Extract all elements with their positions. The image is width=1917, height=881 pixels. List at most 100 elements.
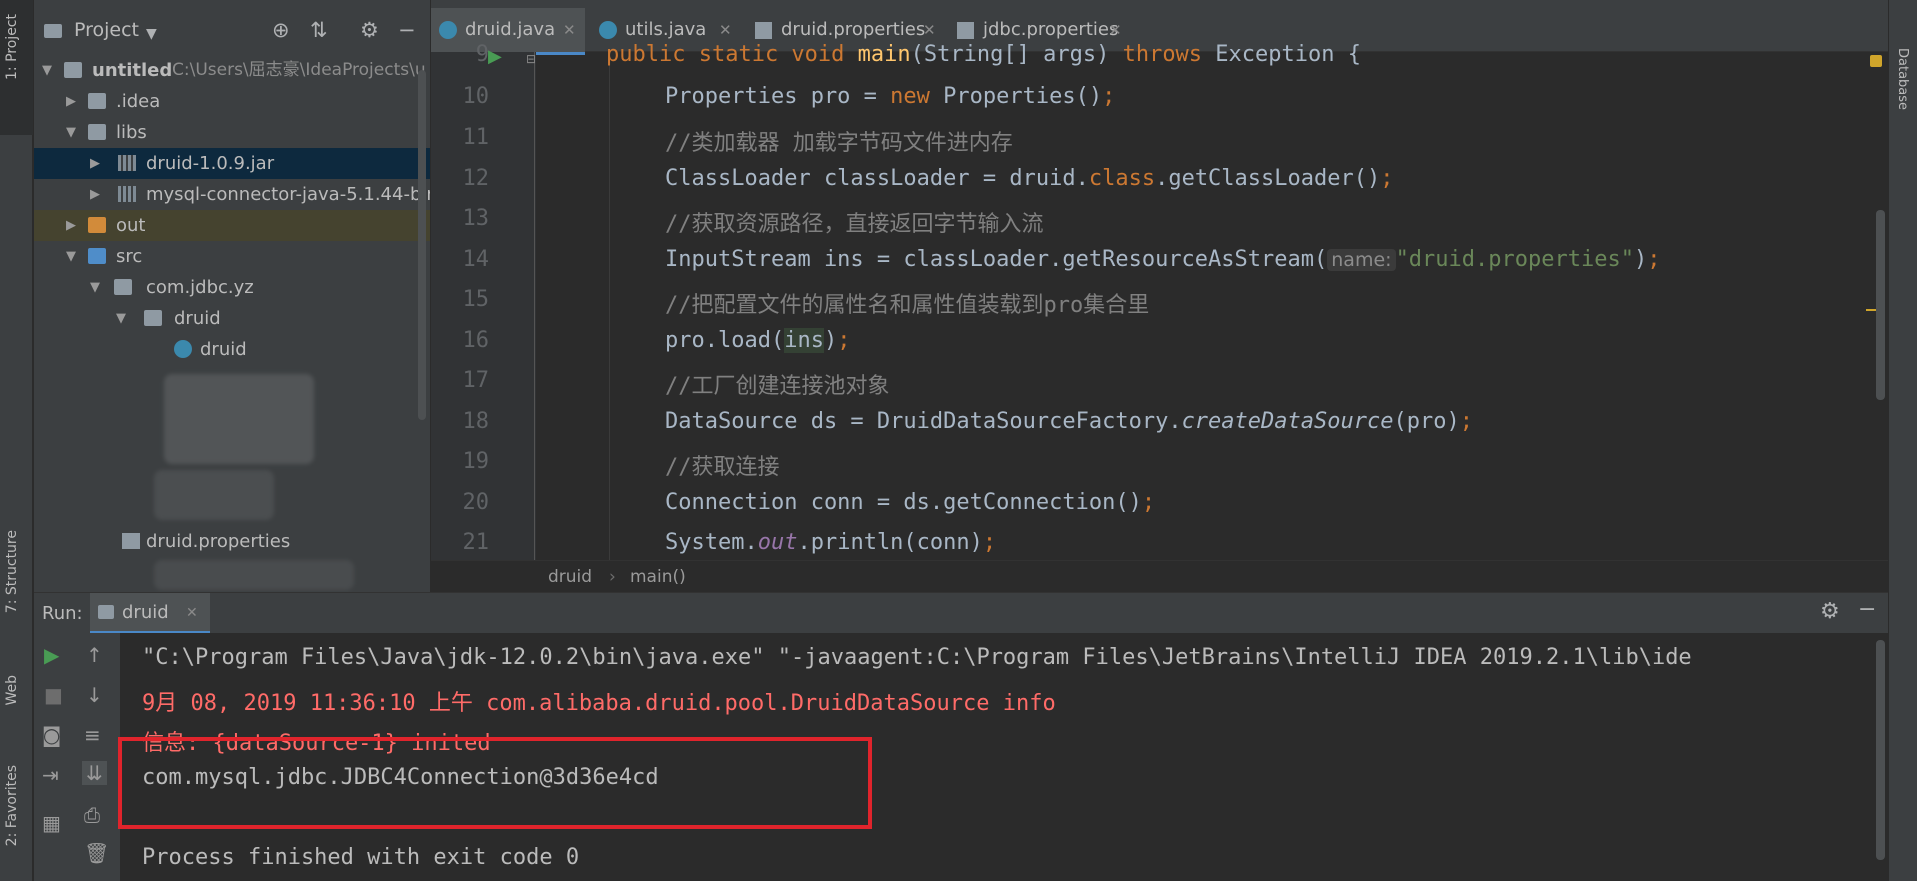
console-line: 9月 08, 2019 11:36:10 上午 com.alibaba.drui… xyxy=(142,691,1056,716)
code-line-12[interactable]: ClassLoader classLoader = druid.class.ge… xyxy=(665,166,1394,191)
folder-icon xyxy=(88,248,106,264)
stop-icon[interactable]: ■ xyxy=(44,683,63,707)
tree-item-label: druid xyxy=(174,308,221,329)
tree-item-label: com.jdbc.yz xyxy=(146,277,254,298)
code-line-21[interactable]: System.out.println(conn); xyxy=(665,530,996,555)
module-folder-icon xyxy=(64,62,82,78)
tree-item-com-jdbc-yz[interactable]: ▼ com.jdbc.yz xyxy=(34,272,430,303)
editor-scrollbar[interactable] xyxy=(1876,210,1885,400)
line-number: 16 xyxy=(462,328,490,353)
code-line-9[interactable]: public static void main(String[] args) t… xyxy=(606,42,1361,67)
tree-item-untitled[interactable]: ▼ untitled C:\Users\屈志豪\IdeaProjects\u xyxy=(34,55,430,86)
tree-item-path: C:\Users\屈志豪\IdeaProjects\u xyxy=(172,60,426,80)
close-icon[interactable]: ✕ xyxy=(563,8,576,52)
class-icon xyxy=(174,340,192,358)
collapsed-arrow-icon[interactable]: ▶ xyxy=(90,148,100,179)
blurred-region xyxy=(154,560,354,590)
line-number: 14 xyxy=(462,247,490,272)
scroll-to-end-icon[interactable]: ⇊ xyxy=(82,761,107,785)
tree-item-druid-class[interactable]: druid xyxy=(34,334,430,365)
blurred-region xyxy=(154,470,274,520)
left-tool-strip: 1: Project 7: Structure Web 2: Favorites xyxy=(0,0,33,881)
code-line-18[interactable]: DataSource ds = DruidDataSourceFactory.c… xyxy=(665,409,1473,434)
print-icon[interactable]: ⎙ xyxy=(84,803,100,827)
run-gutter-icon[interactable]: ▶ xyxy=(488,46,502,67)
code-line-14[interactable]: InputStream ins = classLoader.getResourc… xyxy=(665,247,1660,272)
collapsed-arrow-icon[interactable]: ▶ xyxy=(66,86,76,117)
properties-icon xyxy=(122,533,140,549)
code-line-16[interactable]: pro.load(ins); xyxy=(665,328,850,353)
expanded-arrow-icon[interactable]: ▼ xyxy=(42,55,52,86)
fold-icon[interactable]: ⊟ xyxy=(526,52,536,66)
project-tool-tab[interactable]: 1: Project xyxy=(4,14,20,80)
favorites-tool-tab[interactable]: 2: Favorites xyxy=(4,765,20,846)
gear-icon[interactable]: ⚙ xyxy=(360,18,379,42)
class-icon xyxy=(439,21,457,39)
project-view-selector[interactable]: Project xyxy=(74,19,139,41)
locate-file-icon[interactable]: ⊕ xyxy=(272,18,290,42)
hide-panel-icon[interactable]: − xyxy=(398,18,416,42)
hide-panel-icon[interactable]: − xyxy=(1858,597,1876,622)
collapsed-arrow-icon[interactable]: ▶ xyxy=(66,210,76,241)
project-panel-header: Project ▼ ⊕ ⇅ ⚙ − xyxy=(34,0,430,63)
chevron-down-icon[interactable]: ▼ xyxy=(146,22,157,46)
collapse-all-icon[interactable]: ⇅ xyxy=(310,18,328,42)
code-line-20[interactable]: Connection conn = ds.getConnection(); xyxy=(665,490,1155,515)
tree-item-out[interactable]: ▶ out xyxy=(34,210,430,241)
tree-item-druid-package[interactable]: ▼ druid xyxy=(34,303,430,334)
collapsed-arrow-icon[interactable]: ▶ xyxy=(90,179,100,210)
down-arrow-icon[interactable]: ↓ xyxy=(86,683,103,707)
run-toolbar: ▶ ↑ ■ ↓ ◙ ≡ ⇥ ⇊ ⎙ ▦ 🗑 xyxy=(34,633,120,881)
properties-icon xyxy=(755,22,772,39)
code-line-10[interactable]: Properties pro = new Properties(); xyxy=(665,84,1115,109)
tree-item-label: druid xyxy=(200,339,247,360)
expanded-arrow-icon[interactable]: ▼ xyxy=(66,241,76,272)
jar-icon xyxy=(118,155,136,171)
structure-tool-tab[interactable]: 7: Structure xyxy=(4,530,20,613)
code-line-15[interactable]: //把配置文件的属性名和属性值装载到pro集合里 xyxy=(665,287,1149,319)
run-tab-druid[interactable]: druid ✕ xyxy=(90,593,210,634)
gear-icon[interactable]: ⚙ xyxy=(1820,599,1840,624)
blurred-region xyxy=(164,374,314,464)
web-tool-tab[interactable]: Web xyxy=(4,675,20,706)
expanded-arrow-icon[interactable]: ▼ xyxy=(66,117,76,148)
up-arrow-icon[interactable]: ↑ xyxy=(86,643,103,667)
tree-item-libs[interactable]: ▼ libs xyxy=(34,117,430,148)
rerun-icon[interactable]: ▶ xyxy=(44,643,59,667)
tree-item-idea[interactable]: ▶ .idea xyxy=(34,86,430,117)
database-tool-tab[interactable]: Database xyxy=(1895,48,1910,110)
code-line-17[interactable]: //工厂创建连接池对象 xyxy=(665,368,890,400)
breadcrumb-class[interactable]: druid xyxy=(548,561,592,593)
code-line-13[interactable]: //获取资源路径，直接返回字节输入流 xyxy=(665,206,1044,238)
project-scrollbar[interactable] xyxy=(418,70,426,420)
camera-icon[interactable]: ◙ xyxy=(42,723,61,747)
console-scrollbar[interactable] xyxy=(1876,640,1885,860)
trash-icon[interactable]: 🗑 xyxy=(84,841,109,865)
expanded-arrow-icon[interactable]: ▼ xyxy=(90,272,100,303)
tree-item-label: untitled xyxy=(92,60,173,81)
line-number: 12 xyxy=(462,166,490,191)
run-tab-label: druid xyxy=(122,602,169,623)
soft-wrap-icon[interactable]: ≡ xyxy=(84,723,101,747)
tree-item-druid-properties[interactable]: druid.properties xyxy=(34,526,430,557)
restore-layout-icon[interactable]: ⇥ xyxy=(42,763,59,787)
code-line-19[interactable]: //获取连接 xyxy=(665,449,780,481)
tree-item-label: out xyxy=(116,215,146,236)
breadcrumb-method[interactable]: main() xyxy=(630,561,686,593)
close-icon[interactable]: ✕ xyxy=(186,605,198,621)
run-config-icon xyxy=(98,605,114,619)
folder-icon xyxy=(88,124,106,140)
run-panel-header: Run: druid ✕ ⚙ − xyxy=(34,592,1888,634)
code-line-11[interactable]: //类加载器 加载字节码文件进内存 xyxy=(665,125,1013,157)
tree-item-src[interactable]: ▼ src xyxy=(34,241,430,272)
expanded-arrow-icon[interactable]: ▼ xyxy=(116,303,126,334)
layout-icon[interactable]: ▦ xyxy=(42,811,61,835)
folder-icon xyxy=(88,217,106,233)
tree-item-label: druid-1.0.9.jar xyxy=(146,153,275,174)
tree-item-druid-jar[interactable]: ▶ druid-1.0.9.jar xyxy=(34,148,430,179)
line-number: 17 xyxy=(462,368,490,393)
tree-item-label: libs xyxy=(116,122,147,143)
warning-indicator-icon[interactable] xyxy=(1870,55,1882,67)
tree-item-mysql-jar[interactable]: ▶ mysql-connector-java-5.1.44-bin xyxy=(34,179,430,210)
project-panel: Project ▼ ⊕ ⇅ ⚙ − ▼ untitled C:\Users\屈志… xyxy=(34,0,430,592)
